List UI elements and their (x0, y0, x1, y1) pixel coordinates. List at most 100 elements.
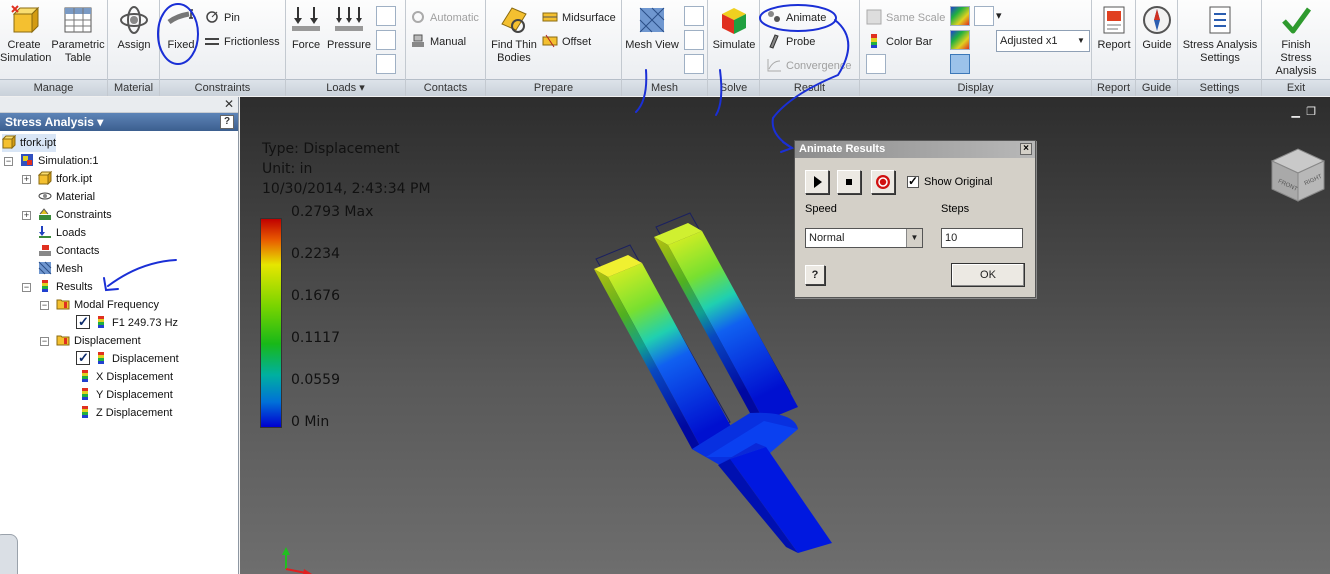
displacement-scale-select[interactable]: Adjusted x1 ▼ (996, 30, 1090, 52)
same-scale-button[interactable]: Same Scale (866, 8, 945, 28)
tree-item-loads[interactable]: Loads (38, 224, 86, 242)
tree-item-mesh[interactable]: Mesh (38, 260, 83, 278)
collapse-icon[interactable]: − (22, 283, 31, 292)
tree-item-contacts[interactable]: Contacts (38, 242, 99, 260)
fixed-constraint-button[interactable]: Fixed (162, 4, 200, 52)
convergence-plot-button[interactable] (684, 54, 704, 74)
manual-contacts-button[interactable]: Manual (410, 32, 466, 52)
expand-icon[interactable]: + (22, 175, 31, 184)
side-panel-grip[interactable] (0, 534, 18, 574)
stop-button[interactable] (837, 170, 861, 194)
pressure-button[interactable]: Pressure (326, 4, 372, 52)
browser-top-bar: ✕ (0, 97, 238, 113)
expand-icon[interactable]: + (22, 211, 31, 220)
display-dropdown-arrow[interactable]: ▾ (996, 6, 1002, 26)
play-button[interactable] (805, 170, 829, 194)
panel-title-loads[interactable]: Loads ▾ (286, 79, 405, 96)
help-icon[interactable]: ? (220, 115, 234, 129)
frictionless-constraint-button[interactable]: Frictionless (204, 32, 280, 52)
parametric-table-label: Parametric Table (51, 39, 105, 64)
restore-view-icon[interactable]: ❐ (1306, 105, 1316, 118)
finish-stress-analysis-button[interactable]: Finish Stress Analysis (1262, 4, 1330, 78)
tree-item-y-displacement[interactable]: Y Displacement (78, 386, 173, 404)
stress-analysis-settings-button[interactable]: Stress Analysis Settings (1180, 4, 1260, 65)
tree-item-material[interactable]: Material (38, 188, 95, 206)
tree-item-part-ref[interactable]: + tfork.ipt (20, 170, 92, 188)
simulate-label: Simulate (712, 39, 756, 51)
tree-item-f1[interactable]: F1 249.73 Hz (76, 313, 178, 332)
mesh-view-button[interactable]: Mesh View (624, 4, 680, 52)
dialog-title-bar[interactable]: Animate Results × (795, 141, 1035, 158)
dialog-help-button[interactable]: ? (805, 265, 825, 285)
contour-display-button[interactable] (974, 6, 994, 26)
tree-item-modal-frequency[interactable]: − Modal Frequency (38, 296, 159, 314)
force-button[interactable]: Force (288, 4, 324, 52)
results-icon (42, 280, 48, 292)
convergence-button[interactable]: Convergence (766, 56, 851, 76)
mesh-settings-button[interactable] (684, 6, 704, 26)
automatic-contacts-button[interactable]: Automatic (410, 8, 479, 28)
find-thin-bodies-button[interactable]: Find Thin Bodies (488, 4, 540, 65)
show-original-checkbox[interactable] (907, 174, 919, 188)
tree-item-x-displacement[interactable]: X Displacement (78, 368, 173, 386)
viewcube[interactable]: FRONT RIGHT (1264, 143, 1330, 203)
pin-constraint-button[interactable]: Pin (204, 8, 240, 28)
speed-select[interactable]: Normal ▼ (805, 228, 923, 248)
assign-material-icon (120, 6, 148, 34)
show-displacement-button[interactable] (950, 54, 970, 74)
parametric-table-button[interactable]: Parametric Table (50, 4, 106, 65)
browser-header[interactable]: Stress Analysis ▾ ? (0, 113, 238, 131)
close-icon[interactable]: × (1020, 143, 1032, 155)
moment-load-button[interactable] (376, 30, 396, 50)
tree-item-displacement-folder[interactable]: − Displacement (38, 332, 141, 350)
animate-button[interactable]: Animate (766, 8, 826, 28)
play-icon (814, 176, 822, 188)
probe-button[interactable]: Probe (766, 32, 815, 52)
assign-button[interactable]: Assign (110, 4, 158, 52)
simulate-button[interactable]: Simulate (710, 4, 758, 52)
tree-item-constraints[interactable]: + Constraints (20, 206, 112, 224)
result-icon (98, 316, 104, 328)
report-label: Report (1097, 39, 1131, 51)
find-thin-bodies-icon (501, 7, 527, 33)
graphics-viewport[interactable]: Type: Displacement Unit: in 10/30/2014, … (240, 97, 1330, 574)
tree-label: X Displacement (96, 371, 174, 383)
legend-value: 0.2234 (291, 246, 340, 262)
checkbox-checked-icon[interactable] (76, 313, 90, 331)
manual-contacts-icon (412, 34, 424, 47)
simulate-icon (722, 8, 746, 34)
pin-label: Pin (224, 12, 240, 24)
animate-label: Animate (786, 12, 827, 24)
shaded-display-button[interactable] (950, 6, 970, 26)
close-icon[interactable]: ✕ (224, 97, 234, 112)
tree-item-part[interactable]: tfork.ipt (2, 134, 57, 152)
checkbox-checked-icon[interactable] (76, 349, 90, 367)
record-button[interactable] (871, 170, 895, 194)
parametric-table-icon (64, 7, 92, 33)
gravity-load-button[interactable] (376, 54, 396, 74)
tree-item-simulation[interactable]: − Simulation:1 (4, 152, 99, 170)
midsurface-button[interactable]: Midsurface (542, 8, 616, 28)
color-legend-bar (260, 218, 282, 428)
ok-button[interactable]: OK (951, 263, 1025, 287)
create-simulation-button[interactable]: Create Simulation (0, 4, 51, 65)
color-bar-button[interactable]: Color Bar (866, 32, 932, 52)
collapse-icon[interactable]: − (4, 157, 13, 166)
minimize-view-icon[interactable]: ▁ (1292, 105, 1300, 118)
report-button[interactable]: Report (1094, 4, 1134, 52)
bearing-load-button[interactable] (376, 6, 396, 26)
boundary-conditions-button[interactable] (866, 54, 886, 74)
tree-item-results[interactable]: − Results (20, 278, 93, 296)
guide-button[interactable]: Guide (1138, 4, 1176, 52)
help-icon: ? (811, 269, 819, 281)
tree-item-displacement[interactable]: Displacement (76, 349, 179, 368)
smooth-shading-button[interactable] (950, 30, 970, 50)
tree-item-z-displacement[interactable]: Z Displacement (78, 404, 172, 422)
local-mesh-control-button[interactable] (684, 30, 704, 50)
collapse-icon[interactable]: − (40, 301, 49, 310)
tree-label: Material (56, 191, 96, 203)
create-simulation-icon (11, 5, 40, 34)
offset-button[interactable]: Offset (542, 32, 591, 52)
collapse-icon[interactable]: − (40, 337, 49, 346)
steps-input[interactable]: 10 (941, 228, 1023, 248)
